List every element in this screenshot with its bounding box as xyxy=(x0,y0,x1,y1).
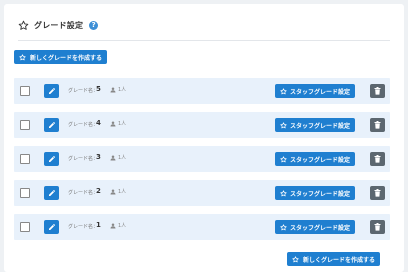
grade-name-value: 4 xyxy=(96,119,101,127)
staff-grade-settings-label: スタッフグレード設定 xyxy=(290,122,351,130)
grade-row: グレード名： 2 1人 スタッフグレード設定 xyxy=(14,180,390,206)
pencil-icon xyxy=(48,122,55,128)
staff-count-value: 1人 xyxy=(118,189,127,195)
trash-icon xyxy=(374,87,381,95)
delete-button[interactable] xyxy=(370,186,385,200)
delete-button[interactable] xyxy=(370,84,385,98)
grade-row: グレード名： 1 1人 スタッフグレード設定 xyxy=(14,214,390,240)
staff-grade-settings-button[interactable]: スタッフグレード設定 xyxy=(275,118,356,132)
staff-grade-settings-button[interactable]: スタッフグレード設定 xyxy=(275,84,356,98)
edit-button[interactable] xyxy=(44,220,59,234)
staff-count-value: 1人 xyxy=(118,155,127,161)
star-icon xyxy=(280,87,287,94)
delete-button[interactable] xyxy=(370,118,385,132)
trash-icon xyxy=(374,155,381,163)
staff-count: 1人 xyxy=(110,86,126,93)
delete-button[interactable] xyxy=(370,220,385,234)
person-icon xyxy=(110,121,116,126)
staff-grade-settings-label: スタッフグレード設定 xyxy=(290,88,351,96)
star-icon xyxy=(292,255,299,262)
row-checkbox[interactable] xyxy=(20,154,30,164)
page-title: グレード設定 xyxy=(34,20,84,30)
staff-grade-settings-label: スタッフグレード設定 xyxy=(290,156,351,164)
grade-row: グレード名： 4 1人 スタッフグレード設定 xyxy=(14,112,390,138)
edit-button[interactable] xyxy=(44,84,59,98)
create-grade-label: 新しくグレードを作成する xyxy=(303,256,376,264)
grade-row: グレード名： 5 1人 スタッフグレード設定 xyxy=(14,78,390,104)
grade-name-label: グレード名： xyxy=(68,156,99,162)
grade-name-label: グレード名： xyxy=(68,224,99,230)
staff-count: 1人 xyxy=(110,154,126,161)
staff-grade-settings-button[interactable]: スタッフグレード設定 xyxy=(275,220,356,234)
person-icon xyxy=(110,87,116,92)
grade-name-label: グレード名： xyxy=(68,122,99,128)
star-icon xyxy=(280,155,287,162)
staff-count: 1人 xyxy=(110,188,126,195)
staff-count-value: 1人 xyxy=(118,121,127,127)
grade-name-value: 2 xyxy=(96,187,101,195)
delete-button[interactable] xyxy=(370,152,385,166)
person-icon xyxy=(110,223,116,228)
trash-icon xyxy=(374,223,381,231)
pencil-icon xyxy=(48,88,55,94)
grade-name-label: グレード名： xyxy=(68,190,99,196)
staff-grade-settings-label: スタッフグレード設定 xyxy=(290,190,351,198)
row-checkbox[interactable] xyxy=(20,120,30,130)
trash-icon xyxy=(374,189,381,197)
grade-name-value: 1 xyxy=(96,221,101,229)
row-checkbox[interactable] xyxy=(20,86,30,96)
pencil-icon xyxy=(48,224,55,230)
pencil-icon xyxy=(48,156,55,162)
staff-grade-settings-button[interactable]: スタッフグレード設定 xyxy=(275,152,356,166)
star-icon xyxy=(280,121,287,128)
star-icon xyxy=(280,189,287,196)
help-icon[interactable]: ? xyxy=(89,20,99,30)
grade-row: グレード名： 3 1人 スタッフグレード設定 xyxy=(14,146,390,172)
star-icon xyxy=(18,20,29,30)
staff-count-value: 1人 xyxy=(118,223,127,229)
staff-count: 1人 xyxy=(110,120,126,127)
staff-grade-settings-label: スタッフグレード設定 xyxy=(290,224,351,232)
edit-button[interactable] xyxy=(44,152,59,166)
grade-name-value: 5 xyxy=(96,85,101,93)
person-icon xyxy=(110,155,116,160)
edit-button[interactable] xyxy=(44,118,59,132)
create-grade-button-bottom[interactable]: 新しくグレードを作成する xyxy=(287,252,381,266)
row-checkbox[interactable] xyxy=(20,222,30,232)
edit-button[interactable] xyxy=(44,186,59,200)
create-grade-label: 新しくグレードを作成する xyxy=(30,54,103,62)
divider xyxy=(18,40,390,41)
page-header: グレード設定 ? xyxy=(18,17,99,33)
star-icon xyxy=(280,223,287,230)
row-checkbox[interactable] xyxy=(20,188,30,198)
person-icon xyxy=(110,189,116,194)
star-icon xyxy=(19,53,26,60)
grade-name-value: 3 xyxy=(96,153,101,161)
staff-grade-settings-button[interactable]: スタッフグレード設定 xyxy=(275,186,356,200)
staff-count-value: 1人 xyxy=(118,87,127,93)
create-grade-button-top[interactable]: 新しくグレードを作成する xyxy=(14,50,108,64)
grade-name-label: グレード名： xyxy=(68,88,99,94)
trash-icon xyxy=(374,121,381,129)
staff-count: 1人 xyxy=(110,222,126,229)
pencil-icon xyxy=(48,190,55,196)
grade-list: グレード名： 5 1人 スタッフグレード設定 グレード名： 4 1人 スタッフグ… xyxy=(14,78,390,248)
